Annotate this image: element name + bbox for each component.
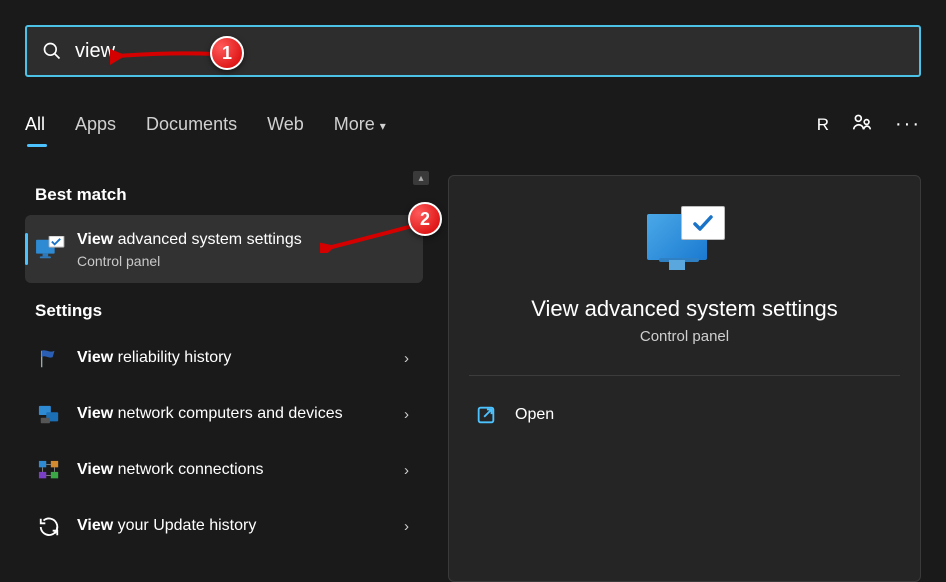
- preview-panel: View advanced system settings Control pa…: [448, 175, 921, 582]
- flag-icon: [35, 347, 63, 371]
- annotation-badge-1: 1: [210, 36, 244, 70]
- network-computers-icon: [35, 403, 63, 427]
- more-options-button[interactable]: ···: [895, 113, 921, 136]
- tab-more-label: More: [334, 114, 375, 134]
- chevron-right-icon: ›: [404, 462, 409, 479]
- annotation-arrow-1: [110, 42, 220, 68]
- settings-item-network-devices[interactable]: View network computers and devices ›: [25, 387, 423, 443]
- control-panel-icon: [35, 236, 65, 262]
- settings-list: View reliability history › View network …: [25, 331, 423, 555]
- preview-title: View advanced system settings: [469, 296, 900, 322]
- chevron-right-icon: ›: [404, 406, 409, 423]
- settings-item-label: View network computers and devices: [77, 404, 390, 425]
- tab-apps[interactable]: Apps: [75, 106, 116, 143]
- account-button[interactable]: R: [817, 115, 829, 135]
- settings-item-update-history[interactable]: View your Update history ›: [25, 499, 423, 555]
- settings-header: Settings: [35, 301, 423, 321]
- chevron-right-icon: ›: [404, 518, 409, 535]
- tab-web[interactable]: Web: [267, 106, 304, 143]
- settings-item-reliability[interactable]: View reliability history ›: [25, 331, 423, 387]
- open-action[interactable]: Open: [469, 394, 900, 436]
- tab-all[interactable]: All: [25, 106, 45, 143]
- divider: [469, 375, 900, 376]
- open-label: Open: [515, 406, 554, 424]
- settings-item-label: View reliability history: [77, 348, 390, 369]
- filter-tabs: All Apps Documents Web More ▾ R ···: [25, 106, 921, 143]
- tab-documents[interactable]: Documents: [146, 106, 237, 143]
- share-icon[interactable]: [851, 111, 873, 138]
- best-match-subtitle: Control panel: [77, 253, 409, 269]
- settings-item-label: View network connections: [77, 460, 390, 481]
- network-connections-icon: [35, 459, 63, 483]
- settings-item-network-connections[interactable]: View network connections ›: [25, 443, 423, 499]
- search-icon: [42, 41, 62, 61]
- settings-item-label: View your Update history: [77, 516, 390, 537]
- tab-more[interactable]: More ▾: [334, 106, 386, 143]
- scroll-up-button[interactable]: ▴: [413, 171, 429, 185]
- update-history-icon: [35, 515, 63, 539]
- open-external-icon: [475, 404, 497, 426]
- chevron-right-icon: ›: [404, 350, 409, 367]
- preview-subtitle: Control panel: [469, 328, 900, 345]
- annotation-badge-2: 2: [408, 202, 442, 236]
- chevron-down-icon: ▾: [380, 119, 386, 133]
- best-match-header: Best match: [35, 185, 423, 205]
- preview-app-icon: [645, 206, 725, 278]
